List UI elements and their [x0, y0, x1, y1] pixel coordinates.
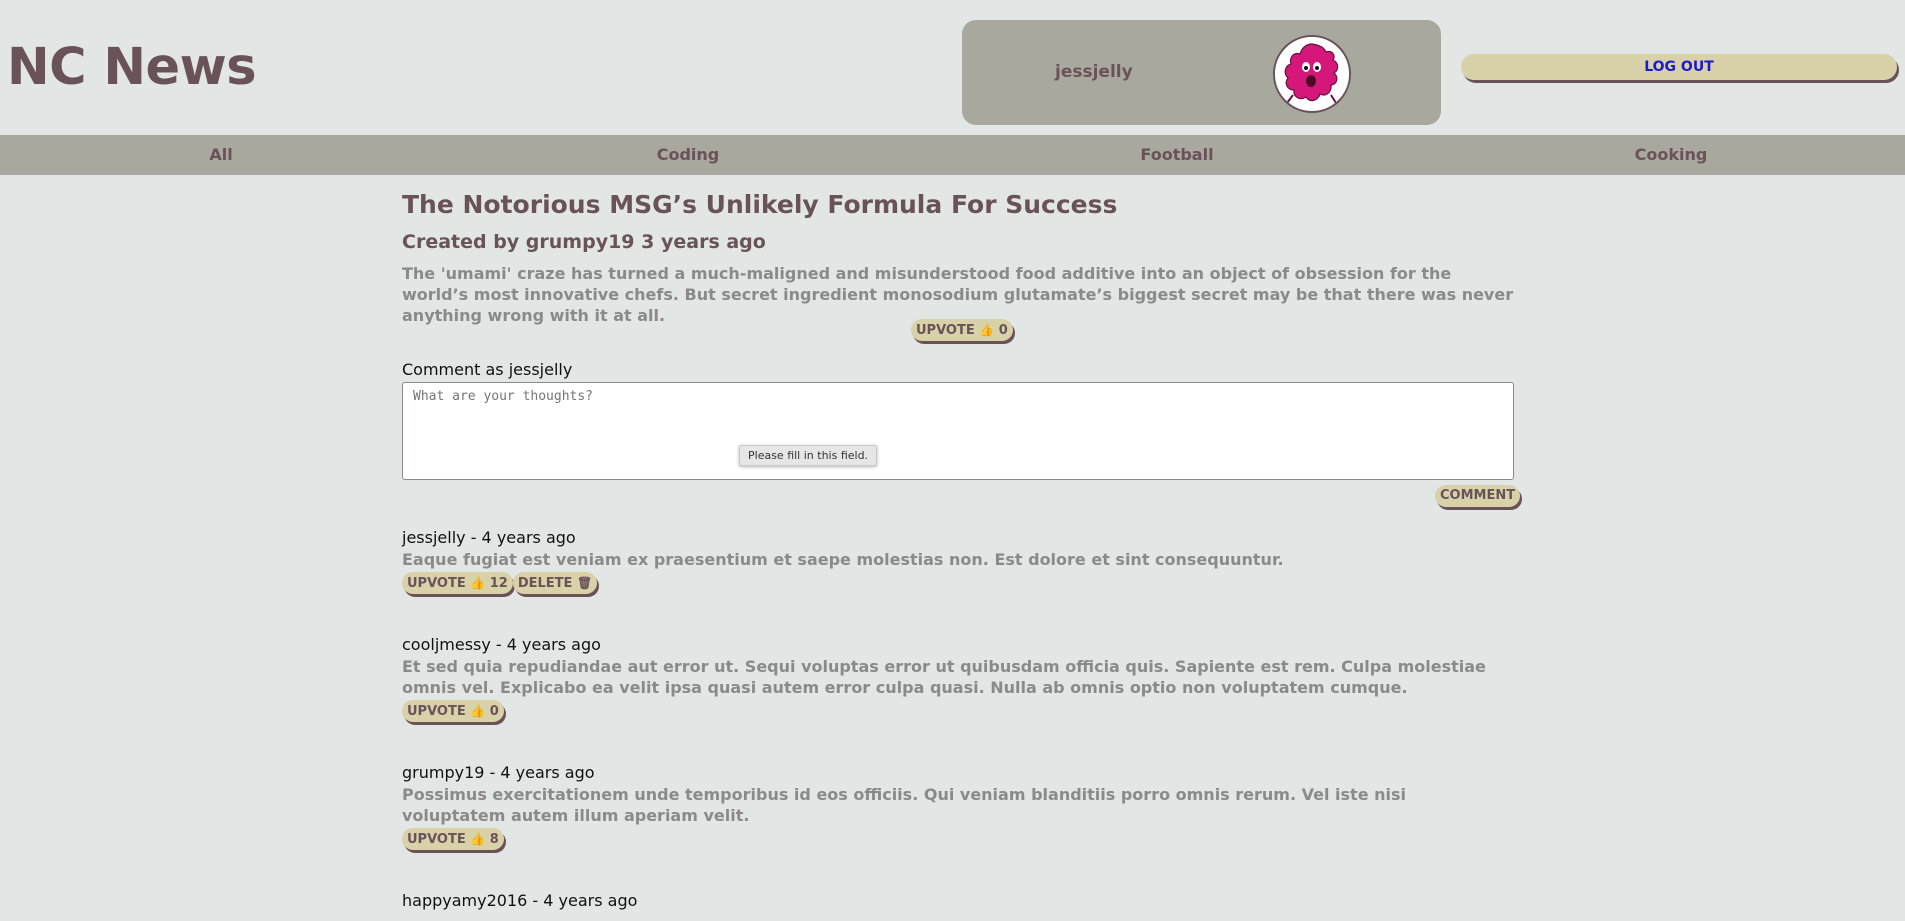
username: jessjelly — [1055, 62, 1133, 82]
nav-item-cooking[interactable]: Cooking — [1635, 135, 1708, 175]
comment-item: grumpy19 - 4 years ago Possimus exercita… — [402, 762, 1514, 850]
nav-item-coding[interactable]: Coding — [657, 135, 720, 175]
article-upvote-button[interactable]: UPVOTE 👍 0 — [911, 319, 1013, 341]
comment-actions: UPVOTE 👍 0 — [402, 700, 1514, 722]
comment-header: jessjelly - 4 years ago — [402, 528, 576, 547]
comment-actions: UPVOTE 👍 12 DELETE 🗑 — [402, 572, 1514, 594]
comment-upvote-button[interactable]: UPVOTE 👍 12 — [402, 572, 513, 594]
comment-body: Possimus exercitationem unde temporibus … — [402, 785, 1406, 825]
comment-body: Eaque fugiat est veniam ex praesentium e… — [402, 550, 1284, 569]
header: NC News jessjelly LOG OUT — [0, 0, 1905, 135]
vote-count: 8 — [489, 832, 499, 847]
user-card: jessjelly — [962, 20, 1441, 125]
comment-upvote-button[interactable]: UPVOTE 👍 8 — [402, 828, 504, 850]
comment-form-label: Comment as jessjelly — [402, 360, 573, 379]
article-title: The Notorious MSG’s Unlikely Formula For… — [402, 190, 1118, 219]
nav-item-football[interactable]: Football — [1140, 135, 1213, 175]
comment-delete-button[interactable]: DELETE 🗑 — [512, 572, 598, 594]
trash-icon: 🗑 — [576, 576, 593, 590]
comment-body: Et sed quia repudiandae aut error ut. Se… — [402, 657, 1486, 697]
thumbs-up-icon: 👍 — [470, 832, 486, 846]
comment-item: cooljmessy - 4 years ago Et sed quia rep… — [402, 634, 1514, 722]
mr-men-avatar-icon — [1275, 37, 1349, 111]
validation-tooltip: Please fill in this field. — [739, 445, 878, 466]
vote-count: 0 — [489, 704, 499, 719]
nav-item-all[interactable]: All — [209, 135, 232, 175]
upvote-label: UPVOTE — [407, 576, 466, 591]
upvote-label: UPVOTE — [407, 832, 466, 847]
upvote-label: UPVOTE — [916, 323, 975, 338]
comment-submit-button[interactable]: COMMENT — [1435, 485, 1521, 507]
logout-button[interactable]: LOG OUT — [1461, 54, 1897, 80]
comment-input[interactable] — [402, 382, 1514, 480]
site-title[interactable]: NC News — [7, 38, 257, 97]
upvote-label: UPVOTE — [407, 704, 466, 719]
comment-header: cooljmessy - 4 years ago — [402, 635, 601, 654]
avatar — [1273, 35, 1351, 113]
comment-item: jessjelly - 4 years ago Eaque fugiat est… — [402, 527, 1514, 594]
topic-nav: All Coding Football Cooking — [0, 135, 1905, 175]
comment-upvote-button[interactable]: UPVOTE 👍 0 — [402, 700, 504, 722]
vote-count: 0 — [998, 323, 1008, 338]
delete-label: DELETE — [517, 576, 573, 591]
thumbs-up-icon: 👍 — [979, 323, 995, 337]
comment-actions: UPVOTE 👍 8 — [402, 828, 1514, 850]
thumbs-up-icon: 👍 — [470, 576, 486, 590]
article-body: The 'umami' craze has turned a much-mali… — [402, 264, 1514, 325]
article-meta: Created by grumpy19 3 years ago — [402, 231, 766, 253]
vote-count: 12 — [489, 576, 508, 591]
comment-header: happyamy2016 - 4 years ago — [402, 891, 638, 910]
comment-header: grumpy19 - 4 years ago — [402, 763, 595, 782]
thumbs-up-icon: 👍 — [470, 704, 486, 718]
comment-item: happyamy2016 - 4 years ago — [402, 890, 1514, 912]
